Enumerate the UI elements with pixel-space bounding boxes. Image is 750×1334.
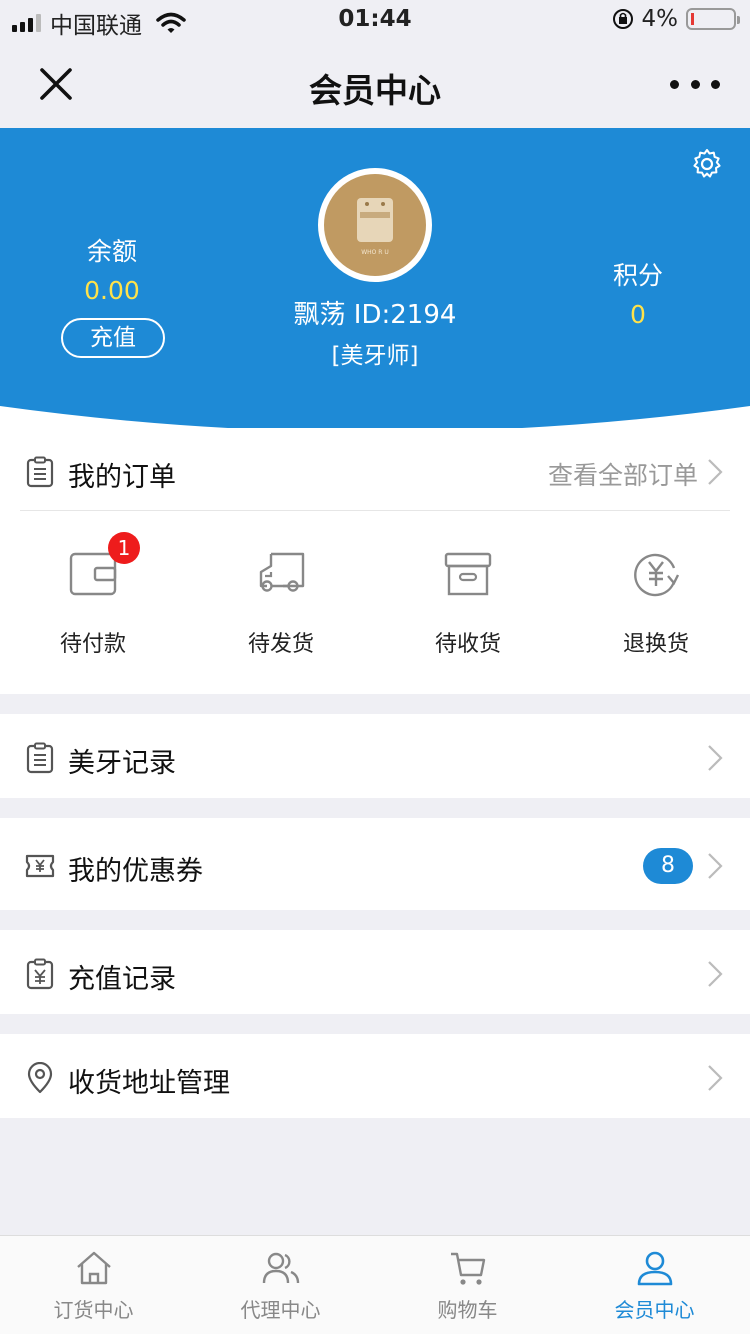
- status-bar: 中国联通 01:44 4%: [0, 0, 750, 40]
- user-role: [美牙师]: [331, 343, 419, 369]
- orders-section: 我的订单 查看全部订单 待付款 待发货 待收货 退换货 1: [0, 428, 750, 694]
- view-all-orders-link[interactable]: 查看全部订单: [548, 456, 698, 492]
- points-value: 0: [630, 300, 646, 329]
- battery-percent: 4%: [641, 6, 679, 32]
- order-status-pending-receipt[interactable]: 待收货: [393, 546, 543, 658]
- tab-agent-center[interactable]: 代理中心: [187, 1236, 374, 1334]
- order-status-label: 待付款: [59, 632, 126, 657]
- svg-text:WHO R U: WHO R U: [361, 249, 389, 256]
- tab-label: 购物车: [437, 1298, 498, 1322]
- recharge-button[interactable]: 充值: [61, 318, 165, 358]
- page-title: 会员中心: [309, 71, 441, 110]
- user-icon: [637, 1251, 672, 1286]
- chevron-right-icon: [708, 745, 723, 771]
- balance-value: 0.00: [84, 276, 140, 305]
- avatar-logo: WHO R U: [357, 198, 393, 256]
- cart-icon: [450, 1252, 485, 1285]
- coupon-icon: [25, 854, 55, 878]
- order-status-pending-payment[interactable]: 待付款: [18, 546, 168, 658]
- orientation-lock-icon: [612, 9, 633, 29]
- menu-item-label: 收货地址管理: [68, 1068, 230, 1099]
- order-status-label: 退换货: [622, 632, 689, 657]
- box-icon: [444, 552, 492, 596]
- more-options-icon[interactable]: [670, 70, 720, 98]
- battery-icon: [686, 8, 740, 30]
- tab-order-center[interactable]: 订货中心: [0, 1236, 187, 1334]
- clipboard-icon: [26, 456, 54, 488]
- pending-payment-badge: 1: [108, 532, 140, 564]
- balance-label: 余额: [86, 237, 137, 266]
- tab-member-center[interactable]: 会员中心: [561, 1236, 748, 1334]
- nav-bar: 会员中心: [0, 40, 750, 128]
- order-status-pending-shipment[interactable]: 待发货: [206, 546, 356, 658]
- order-status-label: 待收货: [434, 632, 501, 657]
- delivery-truck-icon: [259, 552, 305, 592]
- home-icon: [76, 1251, 111, 1285]
- tab-label: 代理中心: [240, 1298, 321, 1322]
- chevron-right-icon: [708, 1065, 723, 1091]
- users-icon: [262, 1252, 299, 1284]
- points-label: 积分: [612, 261, 663, 290]
- order-status-label: 待发货: [247, 632, 314, 657]
- recharge-record-icon: [26, 958, 54, 990]
- orders-header[interactable]: 我的订单 查看全部订单: [0, 428, 750, 510]
- coupon-count-badge: 8: [643, 848, 693, 884]
- menu-item-label: 我的优惠券: [68, 856, 203, 887]
- clipboard-icon: [26, 742, 54, 774]
- location-pin-icon: [27, 1062, 53, 1094]
- menu-item-label: 美牙记录: [68, 748, 176, 779]
- tab-bar: 订货中心 代理中心 购物车 会员中心: [0, 1235, 750, 1334]
- menu-item-label: 充值记录: [68, 964, 176, 995]
- tab-label: 订货中心: [53, 1298, 134, 1322]
- menu-item-coupons[interactable]: 我的优惠券: [0, 818, 750, 910]
- menu-item-recharge-records[interactable]: 充值记录: [0, 930, 750, 1014]
- yuan-refund-icon: [634, 553, 680, 597]
- settings-gear-icon[interactable]: [690, 147, 724, 181]
- menu-item-address-management[interactable]: 收货地址管理: [0, 1034, 750, 1118]
- chevron-right-icon: [708, 459, 723, 485]
- menu-item-whitening-records[interactable]: 美牙记录: [0, 714, 750, 798]
- chevron-right-icon: [708, 853, 723, 879]
- divider: [20, 510, 730, 511]
- order-status-returns[interactable]: 退换货: [581, 546, 731, 658]
- avatar[interactable]: WHO R U: [318, 168, 432, 282]
- tab-cart[interactable]: 购物车: [374, 1236, 561, 1334]
- tab-label: 会员中心: [614, 1298, 695, 1322]
- chevron-right-icon: [708, 961, 723, 987]
- orders-title: 我的订单: [68, 462, 176, 493]
- user-name: 飘荡 ID:2194: [293, 300, 457, 330]
